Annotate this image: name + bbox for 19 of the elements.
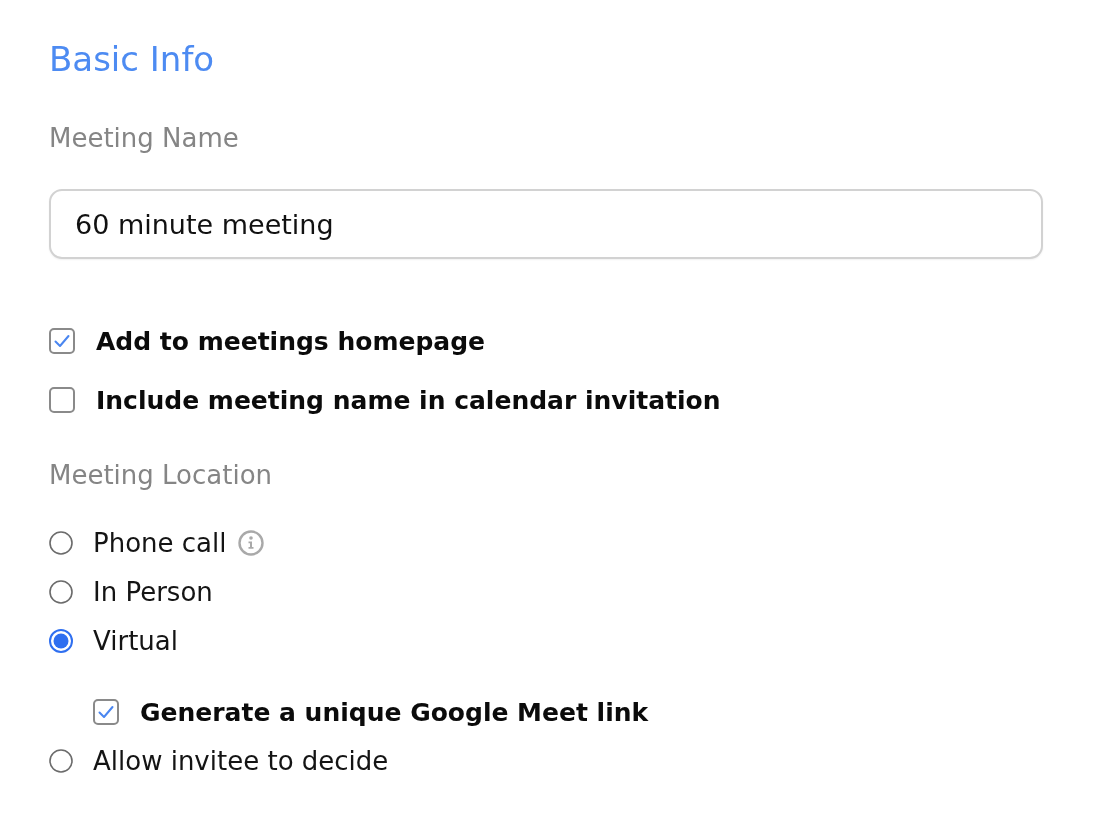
radio-button[interactable]	[49, 531, 73, 555]
checkbox-label: Generate a unique Google Meet link	[140, 697, 649, 727]
radio-label: Virtual	[93, 626, 178, 656]
info-icon[interactable]	[238, 530, 265, 556]
radio-label: In Person	[93, 577, 213, 607]
checkbox-label: Add to meetings homepage	[96, 326, 486, 356]
checkbox[interactable]	[93, 699, 119, 725]
checkbox[interactable]	[49, 328, 75, 354]
checkbox-label: Include meeting name in calendar invitation	[96, 385, 721, 415]
radio-button[interactable]	[49, 629, 73, 653]
radio-label: Allow invitee to decide	[93, 746, 389, 776]
section-title: Basic Info	[49, 38, 215, 81]
radio-label: Phone call	[93, 528, 227, 558]
radio-button[interactable]	[49, 749, 73, 773]
radio-button[interactable]	[49, 580, 73, 604]
input-field[interactable]: 60 minute meeting	[49, 189, 1043, 259]
field-label: Meeting Name	[49, 122, 239, 154]
field-label: Meeting Location	[49, 459, 273, 491]
checkbox[interactable]	[49, 387, 75, 413]
